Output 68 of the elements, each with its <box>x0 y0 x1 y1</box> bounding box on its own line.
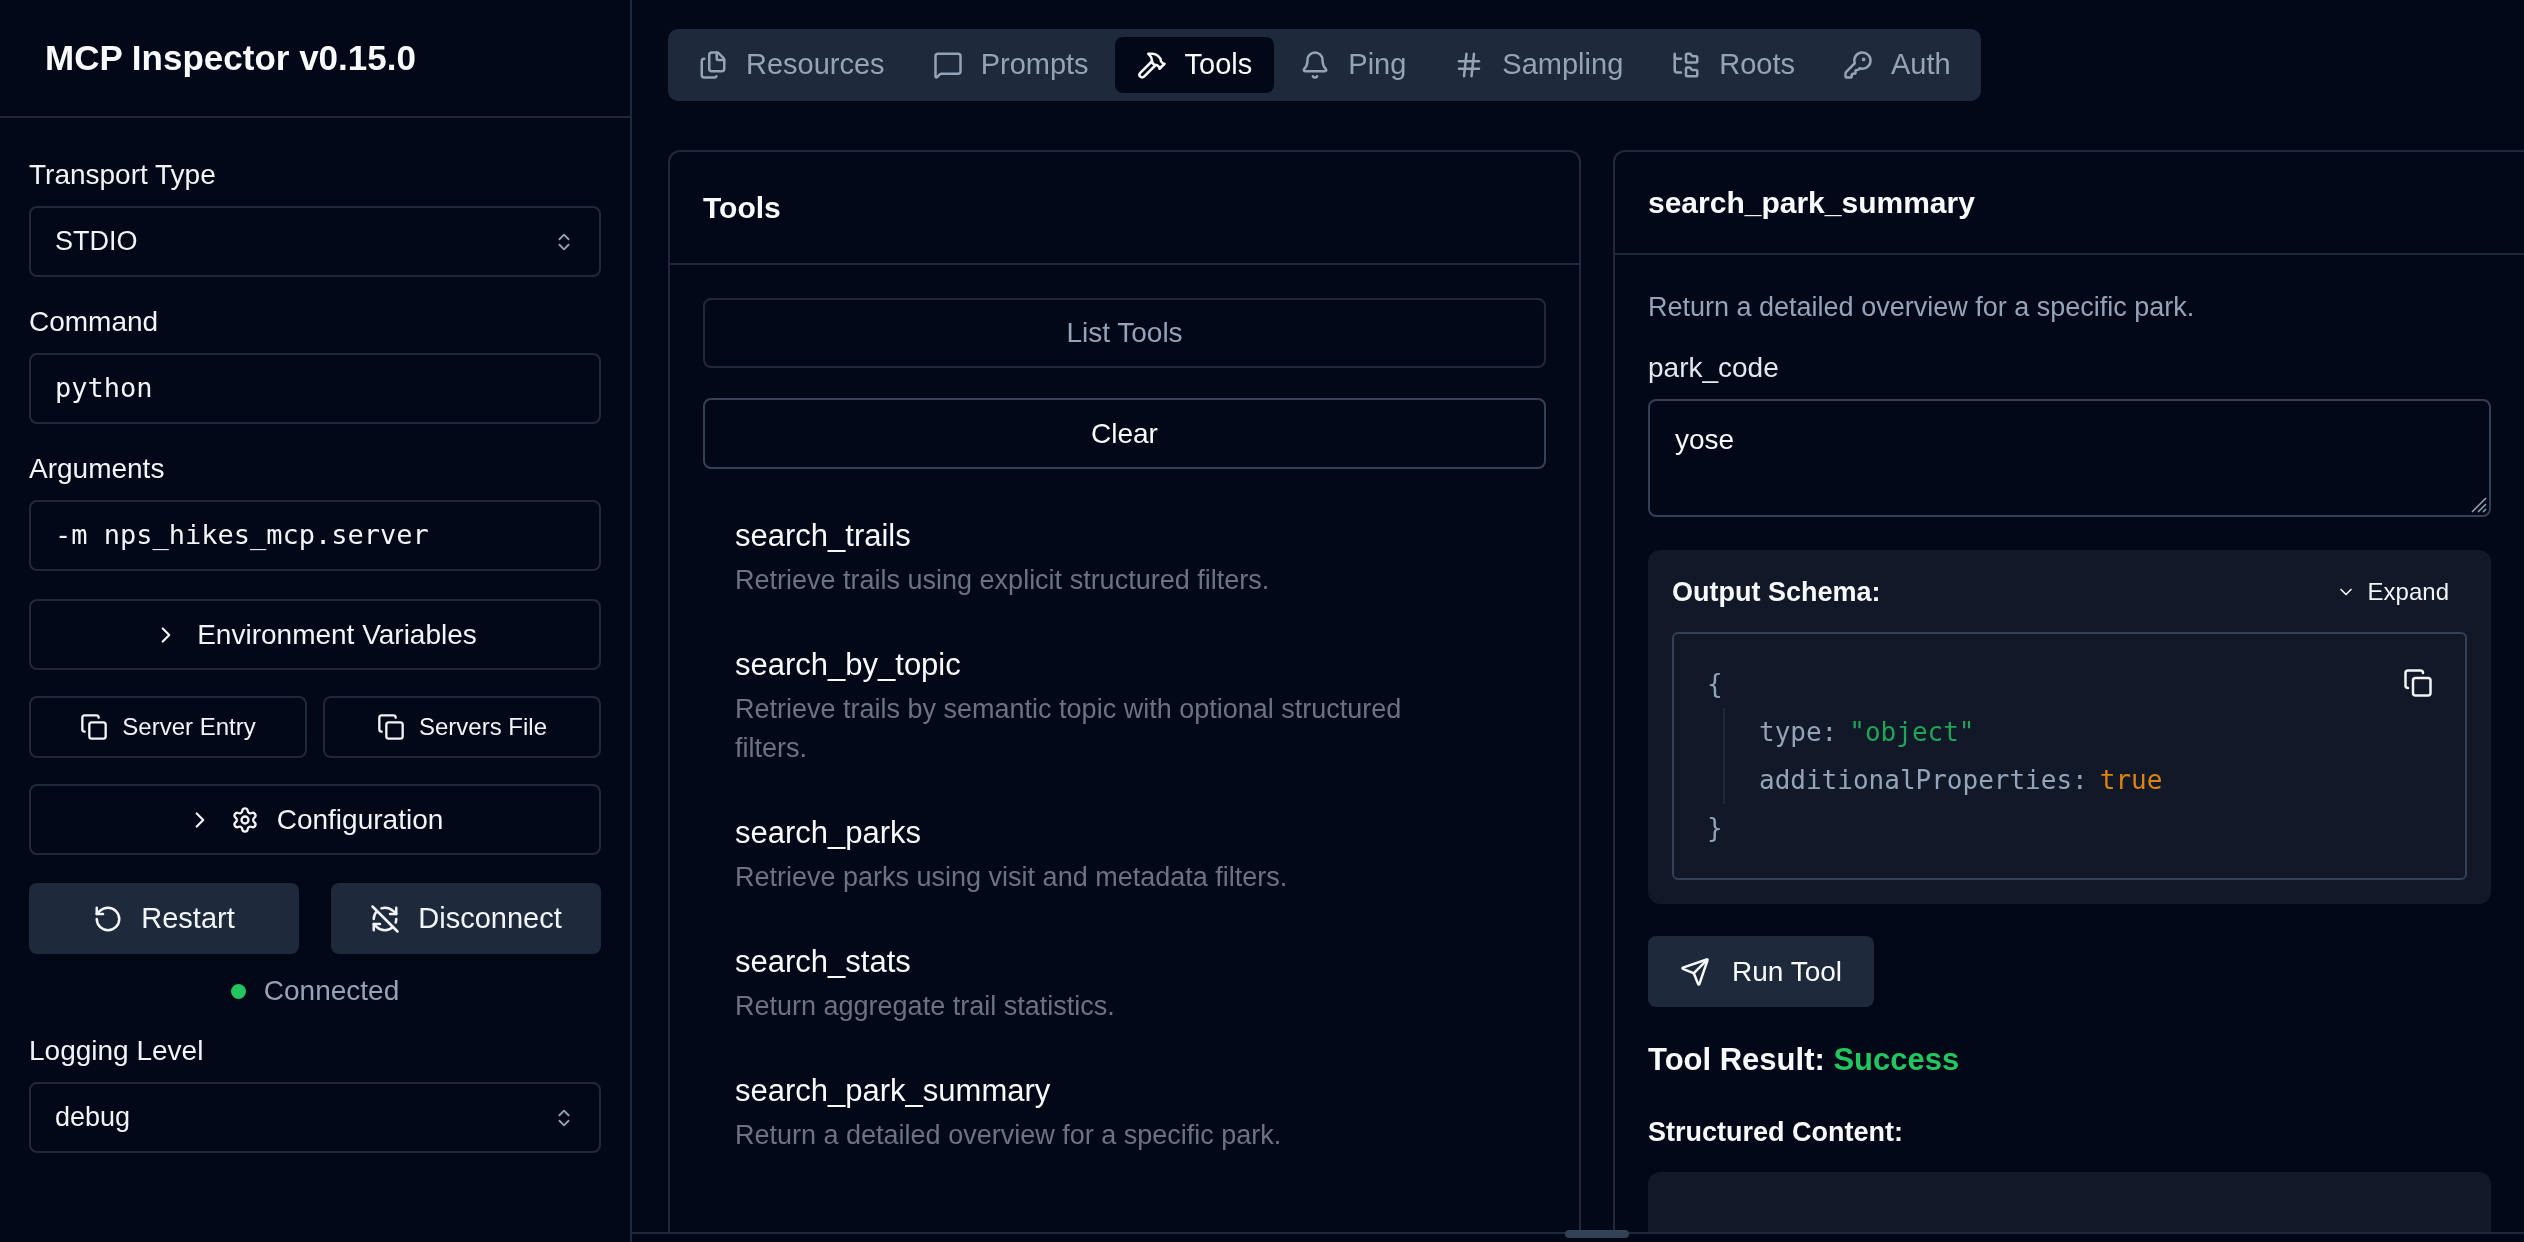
tool-description: Retrieve trails by semantic topic with optional structured filters. <box>735 693 1403 765</box>
tool-description: Retrieve parks using visit and metadata filters. <box>735 861 1289 894</box>
tool-list-item[interactable]: search_park_summary Return a detailed overview for a specific park. <box>703 1050 1546 1177</box>
panel-title: Tools <box>703 190 781 226</box>
code-value: "object" <box>1849 716 1975 749</box>
tab[interactable]: Roots <box>1649 37 1818 93</box>
tool-name: search_by_topic <box>735 646 962 684</box>
tool-list-item[interactable]: search_trails Retrieve trails using explicit structured filters. <box>703 495 1546 622</box>
tool-list-item[interactable]: search_by_topic Retrieve trails by semantic topic with optional structured filters. <box>703 624 1546 790</box>
field-label: Transport Type <box>29 158 217 192</box>
code-key: additionalProperties: <box>1759 756 2088 804</box>
structured-content-heading: Structured Content: <box>1648 1115 1904 1149</box>
key-icon <box>1843 50 1874 80</box>
schema-title: Output Schema: <box>1672 575 1881 609</box>
tool-list-item[interactable]: search_stats Return aggregate trail statistics. <box>703 921 1546 1048</box>
run-tool-button[interactable]: Run Tool <box>1648 936 1874 1007</box>
code-key: type: <box>1759 708 1838 756</box>
tab[interactable]: Ping <box>1278 37 1429 93</box>
field-label: Logging Level <box>29 1034 205 1068</box>
speech-bubble-icon <box>932 50 963 80</box>
panel-title: search_park_summary <box>1648 185 1975 221</box>
tab[interactable]: Prompts <box>910 37 1111 93</box>
field-label: Command <box>29 305 160 339</box>
tool-name: search_park_summary <box>735 1072 1052 1110</box>
status-text: Connected <box>263 974 400 1008</box>
input-field[interactable]: python <box>29 353 601 424</box>
tool-name: search_parks <box>735 814 923 852</box>
environment-variables-button[interactable]: Environment Variables <box>29 599 601 670</box>
tool-description: Return a detailed overview for a specific park. <box>735 1119 1283 1152</box>
tab[interactable]: Auth <box>1821 37 1973 93</box>
tool-list-item[interactable]: search_parks Retrieve parks using visit and metadata filters. <box>703 792 1546 919</box>
tool-description: Return aggregate trail statistics. <box>735 990 1116 1023</box>
tool-description: Return a detailed overview for a specific park. <box>1648 291 2196 324</box>
tool-result-heading: Tool Result: Success <box>1648 1041 1961 1079</box>
tab[interactable]: Resources <box>676 37 907 93</box>
tab[interactable]: Sampling <box>1432 37 1646 93</box>
code-brace: } <box>1707 812 1723 845</box>
list-tools-button[interactable]: List Tools <box>703 298 1546 368</box>
tree-icon <box>1671 50 1702 80</box>
configuration-button[interactable]: Configuration <box>29 784 601 855</box>
code-value: true <box>2099 764 2163 797</box>
gear-icon <box>230 805 259 834</box>
field-label: Arguments <box>29 452 166 486</box>
disconnect-button[interactable]: Disconnect <box>331 883 601 954</box>
files-icon <box>698 50 728 80</box>
copy-button[interactable]: Servers File <box>323 696 601 758</box>
input-field[interactable]: -m nps_hikes_mcp.server <box>29 500 601 571</box>
select-field[interactable]: debug <box>29 1082 601 1153</box>
copy-icon <box>80 713 109 741</box>
tab[interactable]: Tools <box>1114 37 1275 93</box>
copy-button[interactable]: Server Entry <box>29 696 307 758</box>
tool-name: search_trails <box>735 517 912 555</box>
param-textarea[interactable]: yose <box>1648 399 2491 517</box>
clear-button[interactable]: Clear <box>703 398 1546 469</box>
hammer-icon <box>1136 50 1167 80</box>
send-icon <box>1680 956 1710 987</box>
expand-button[interactable]: Expand <box>2335 574 2449 610</box>
select-field[interactable]: STDIO <box>29 206 601 277</box>
disconnect-icon <box>370 903 401 934</box>
param-label: park_code <box>1648 351 1780 385</box>
restart-button[interactable]: Restart <box>29 883 299 954</box>
copy-icon[interactable] <box>2403 668 2433 698</box>
tool-name: search_stats <box>735 943 912 981</box>
tool-description: Retrieve trails using explicit structured filters. <box>735 564 1271 597</box>
resize-handle[interactable] <box>1565 1230 1629 1238</box>
app-title: MCP Inspector v0.15.0 <box>45 36 416 79</box>
copy-icon <box>377 713 405 741</box>
code-brace: { <box>1707 668 1723 701</box>
